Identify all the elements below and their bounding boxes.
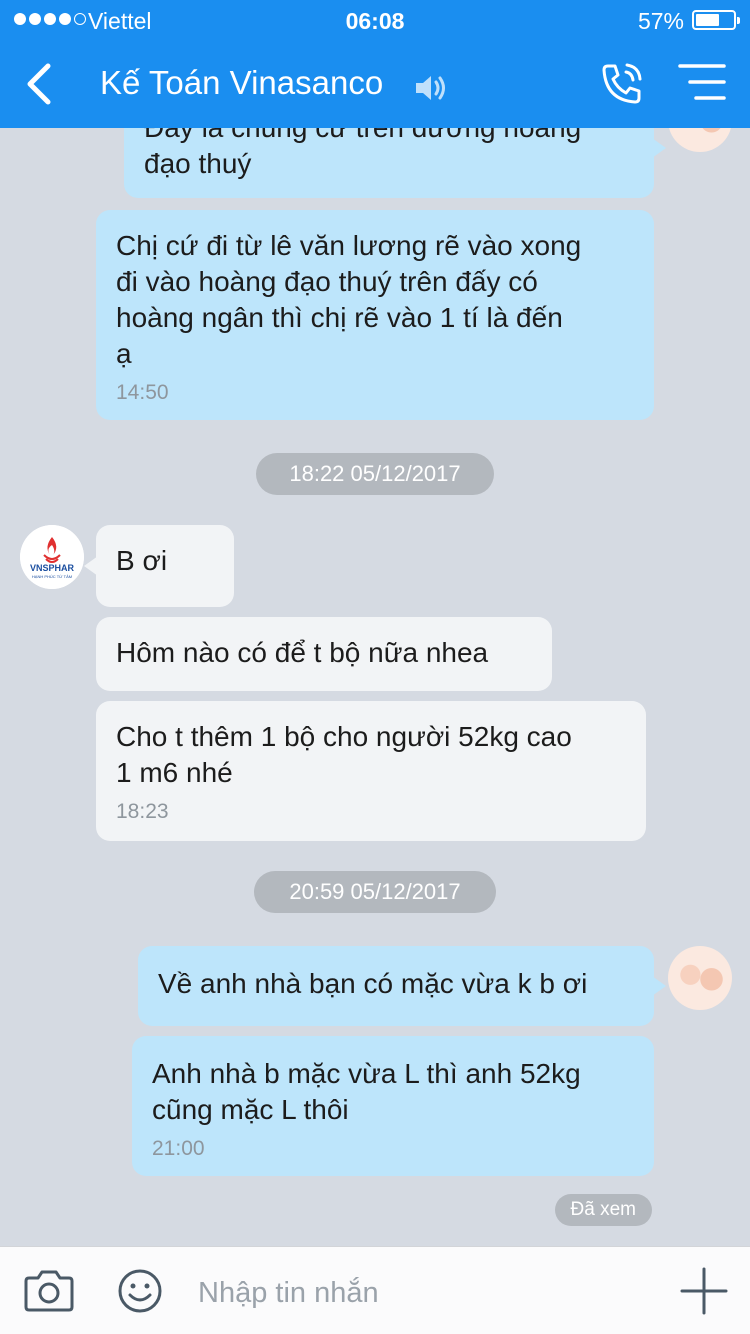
outgoing-message[interactable]: Về anh nhà bạn có mặc vừa k b ơi [138, 946, 654, 1026]
battery-percent: 57% [637, 8, 684, 34]
message-list[interactable]: Đây là chung cư trên đường hoàng đạo thu… [0, 128, 750, 1246]
message-time: 21:00 [152, 1137, 205, 1160]
message-time: 14:50 [116, 381, 169, 404]
message-text-line: 1 m6 nhé [116, 757, 233, 788]
top-bar: Viettel 06:08 57% Kế Toán Vinasanco [0, 0, 750, 128]
outgoing-message[interactable]: Chị cứ đi từ lê văn lương rẽ vào xong đi… [96, 210, 654, 420]
contact-avatar[interactable]: VNSPHAR HẠNH PHÚC TỪ TÂM [20, 525, 84, 589]
my-avatar[interactable] [668, 946, 732, 1010]
incoming-message[interactable]: Cho t thêm 1 bộ cho người 52kg cao 1 m6 … [96, 701, 646, 841]
phone-icon[interactable] [598, 60, 646, 108]
outgoing-message[interactable]: Đây là chung cư trên đường hoàng đạo thu… [124, 128, 654, 198]
bubble-tail [652, 138, 666, 158]
chat-title[interactable]: Kế Toán Vinasanco [100, 64, 383, 102]
message-text-line: Đây là chung cư trên đường hoàng [144, 128, 634, 146]
outgoing-message[interactable]: Anh nhà b mặc vừa L thì anh 52kg cũng mặ… [132, 1036, 654, 1176]
message-text-line: đi vào hoàng đạo thuý trên đấy có [116, 266, 538, 297]
bubble-tail [652, 976, 666, 996]
speaker-icon [416, 76, 445, 100]
message-text-line: hoàng ngân thì chị rẽ vào 1 tí là đến [116, 302, 563, 333]
status-bar: Viettel 06:08 57% [0, 0, 750, 40]
vnsphar-logo: VNSPHAR HẠNH PHÚC TỪ TÂM [20, 525, 84, 589]
incoming-message[interactable]: Hôm nào có để t bộ nữa nhea [96, 617, 552, 691]
message-text-line: Chị cứ đi từ lê văn lương rẽ vào xong [116, 230, 582, 261]
camera-icon[interactable] [22, 1269, 76, 1313]
message-text: Hôm nào có để t bộ nữa nhea [116, 637, 489, 668]
date-separator: 20:59 05/12/2017 [254, 871, 496, 913]
incoming-message[interactable]: B ơi [96, 525, 234, 607]
plus-icon[interactable] [680, 1267, 728, 1315]
message-text-line: Anh nhà b mặc vừa L thì anh 52kg [152, 1058, 581, 1089]
message-time: 18:23 [116, 800, 169, 823]
svg-text:HẠNH PHÚC TỪ TÂM: HẠNH PHÚC TỪ TÂM [32, 574, 72, 579]
back-arrow-icon[interactable] [22, 60, 62, 108]
message-text-line: ạ [116, 338, 132, 369]
svg-text:VNSPHAR: VNSPHAR [30, 563, 75, 573]
message-text: B ơi [116, 545, 168, 576]
seen-indicator: Đã xem [554, 1194, 652, 1226]
message-text-line: cũng mặc L thôi [152, 1094, 349, 1125]
date-separator: 18:22 05/12/2017 [256, 453, 494, 495]
chat-header: Kế Toán Vinasanco [0, 40, 750, 128]
menu-icon[interactable] [678, 62, 726, 102]
message-text: Về anh nhà bạn có mặc vừa k b ơi [158, 968, 588, 999]
message-input[interactable] [198, 1275, 658, 1311]
smiley-icon[interactable] [116, 1267, 164, 1315]
battery-icon [692, 10, 740, 30]
message-text-line: Cho t thêm 1 bộ cho người 52kg cao [116, 721, 572, 752]
message-input-bar [0, 1246, 750, 1334]
my-avatar[interactable] [668, 128, 732, 152]
message-text-line: đạo thuý [144, 148, 252, 179]
